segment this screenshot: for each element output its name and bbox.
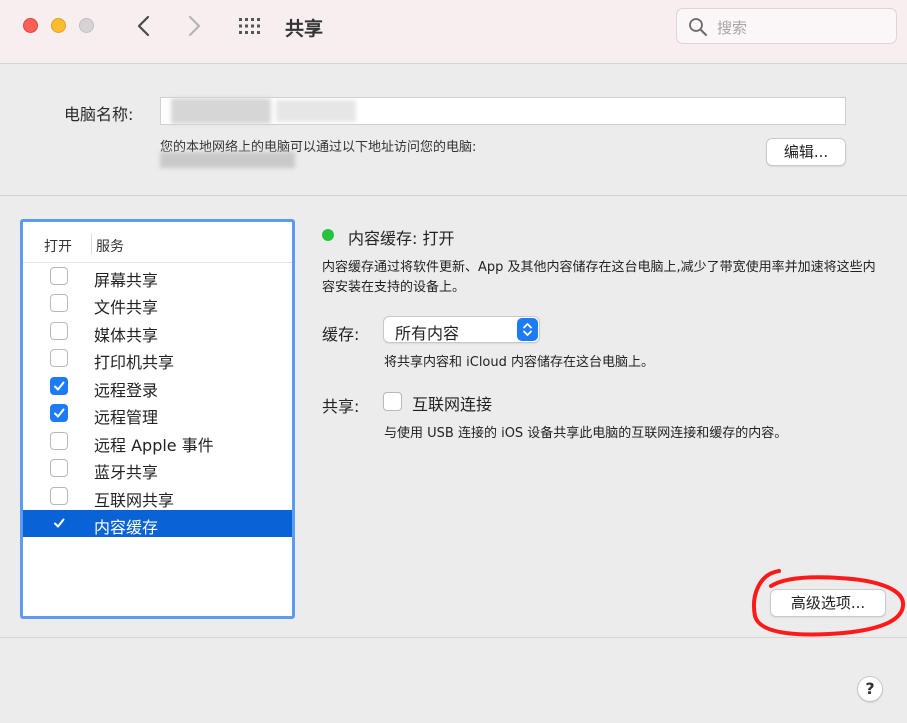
show-all-button[interactable] [238,17,262,35]
chevron-left-icon [137,15,150,37]
cache-label: 缓存: [322,325,360,344]
header-separator [91,234,92,254]
zoom-window-button[interactable] [79,18,94,33]
help-button[interactable]: ? [857,676,883,702]
title-bar: 共享 搜索 [0,0,907,64]
list-header: 打开 服务 [23,222,292,263]
service-label: 远程管理 [94,408,159,427]
share-note: 与使用 USB 连接的 iOS 设备共享此电脑的互联网连接和缓存的内容。 [384,426,788,441]
checkmark-icon [54,518,65,528]
forward-button[interactable] [181,12,207,40]
checkbox[interactable] [50,459,68,477]
header-on[interactable]: 打开 [44,236,72,256]
service-list[interactable]: 打开 服务 屏幕共享 文件共享 媒体共享 打印机共享 远程登录 远程管理 远程 … [20,219,295,619]
service-label: 屏幕共享 [94,271,159,290]
service-label: 远程登录 [94,381,159,400]
redacted-name-part [276,100,356,122]
checkmark-icon [54,408,65,418]
service-row-remote-login[interactable]: 远程登录 [23,373,292,400]
redacted-name [171,98,271,124]
search-field[interactable]: 搜索 [676,8,897,44]
service-description: 内容缓存通过将软件更新、App 及其他内容储存在这台电脑上,减少了带宽使用率并加… [322,260,876,295]
computer-name-field[interactable] [160,97,846,125]
service-row-screen-sharing[interactable]: 屏幕共享 [23,263,292,290]
service-label: 内容缓存 [94,518,159,537]
search-placeholder: 搜索 [717,19,748,37]
computer-name-label: 电脑名称: [64,105,134,124]
checkbox-checked[interactable] [50,404,68,422]
status-indicator-icon [322,229,334,241]
select-arrows-icon [517,318,538,341]
checkmark-icon [54,381,65,391]
checkbox[interactable] [50,349,68,367]
cache-select-value: 所有内容 [395,324,460,343]
service-row-content-caching[interactable]: 内容缓存 [23,510,292,537]
section-divider [0,195,907,196]
service-label: 文件共享 [94,298,159,317]
service-label: 蓝牙共享 [94,463,159,482]
checkbox[interactable] [50,487,68,505]
internet-connection-checkbox[interactable] [383,392,402,411]
minimize-window-button[interactable] [51,18,66,33]
cache-select[interactable]: 所有内容 [383,316,540,343]
service-label: 互联网共享 [94,491,175,510]
back-button[interactable] [131,12,157,40]
checkbox[interactable] [50,294,68,312]
redacted-address [160,152,295,168]
red-circle-annotation [752,569,906,637]
service-row-file-sharing[interactable]: 文件共享 [23,290,292,317]
service-row-remote-management[interactable]: 远程管理 [23,400,292,427]
bottom-divider [0,637,907,638]
service-label: 远程 Apple 事件 [94,436,214,455]
internet-connection-label[interactable]: 互联网连接 [412,391,492,415]
checkbox[interactable] [50,267,68,285]
close-window-button[interactable] [23,18,38,33]
checkbox[interactable] [50,322,68,340]
service-label: 打印机共享 [94,353,175,372]
search-icon [689,18,707,36]
service-row-remote-apple-events[interactable]: 远程 Apple 事件 [23,428,292,455]
window-title: 共享 [285,18,324,40]
service-row-media-sharing[interactable]: 媒体共享 [23,318,292,345]
cache-note: 将共享内容和 iCloud 内容储存在这台电脑上。 [384,355,655,370]
chevron-right-icon [188,15,201,37]
checkbox-checked[interactable] [50,514,68,532]
checkbox[interactable] [50,432,68,450]
checkbox-checked[interactable] [50,377,68,395]
share-label: 共享: [322,397,360,416]
grid-icon [239,18,260,34]
status-text: 内容缓存: 打开 [348,229,455,248]
service-label: 媒体共享 [94,326,159,345]
header-service[interactable]: 服务 [96,236,124,256]
service-row-printer-sharing[interactable]: 打印机共享 [23,345,292,372]
edit-button[interactable]: 编辑... [766,138,846,166]
service-row-bluetooth-sharing[interactable]: 蓝牙共享 [23,455,292,482]
service-row-internet-sharing[interactable]: 互联网共享 [23,483,292,510]
